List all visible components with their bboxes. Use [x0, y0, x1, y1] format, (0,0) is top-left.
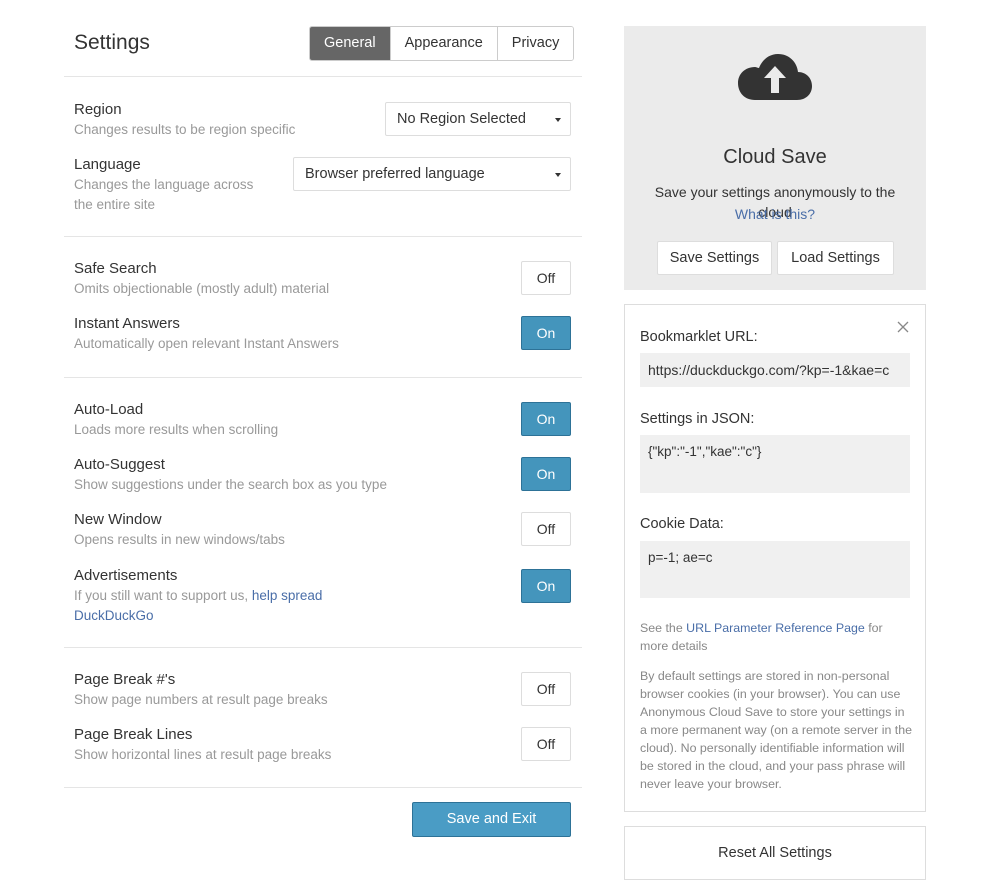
cookie-data-label: Cookie Data:: [640, 516, 724, 532]
instant-answers-row: Instant Answers Automatically open relev…: [74, 314, 571, 354]
safe-search-label: Safe Search: [74, 260, 157, 277]
page-break-lines-label: Page Break Lines: [74, 726, 193, 743]
page-break-numbers-row: Page Break #'s Show page numbers at resu…: [74, 670, 571, 710]
auto-suggest-row: Auto-Suggest Show suggestions under the …: [74, 455, 571, 495]
duckduckgo-link[interactable]: DuckDuckGo: [74, 608, 154, 623]
language-select-value: Browser preferred language: [305, 166, 485, 182]
what-is-this-link[interactable]: What is this?: [624, 206, 926, 222]
auto-suggest-label: Auto-Suggest: [74, 456, 165, 473]
settings-json-field[interactable]: {"kp":"-1","kae":"c"}: [640, 435, 910, 493]
page-break-numbers-toggle[interactable]: Off: [521, 672, 571, 706]
reference-prefix: See the: [640, 621, 687, 635]
new-window-desc: Opens results in new windows/tabs: [74, 532, 285, 547]
auto-load-toggle[interactable]: On: [521, 402, 571, 436]
reference-note: See the URL Parameter Reference Page for…: [640, 619, 913, 655]
bookmarklet-panel: Bookmarklet URL: https://duckduckgo.com/…: [624, 304, 926, 812]
page-break-numbers-desc: Show page numbers at result page breaks: [74, 692, 328, 707]
settings-json-label: Settings in JSON:: [640, 411, 755, 427]
bookmarklet-url-field[interactable]: https://duckduckgo.com/?kp=-1&kae=c: [640, 353, 910, 387]
advertisements-desc: If you still want to support us, help sp…: [74, 586, 571, 606]
auto-load-desc: Loads more results when scrolling: [74, 422, 279, 437]
bookmarklet-url-label: Bookmarklet URL:: [640, 329, 758, 345]
page-break-section: Page Break #'s Show page numbers at resu…: [64, 648, 582, 788]
advertisements-toggle[interactable]: On: [521, 569, 571, 603]
settings-header: Settings General Appearance Privacy: [64, 0, 582, 77]
instant-answers-desc: Automatically open relevant Instant Answ…: [74, 336, 339, 351]
new-window-toggle[interactable]: Off: [521, 512, 571, 546]
language-select[interactable]: Browser preferred language: [293, 157, 571, 191]
auto-suggest-toggle[interactable]: On: [521, 457, 571, 491]
safe-search-toggle[interactable]: Off: [521, 261, 571, 295]
tab-general[interactable]: General: [310, 27, 390, 60]
auto-suggest-desc: Show suggestions under the search box as…: [74, 477, 387, 492]
storage-note: By default settings are stored in non-pe…: [640, 669, 913, 791]
settings-tabs: General Appearance Privacy: [309, 26, 575, 61]
caret-down-icon: [555, 173, 561, 177]
behavior-section: Auto-Load Loads more results when scroll…: [64, 378, 582, 648]
language-desc-line2: the entire site: [74, 197, 156, 212]
load-settings-button[interactable]: Load Settings: [777, 241, 894, 275]
region-select-value: No Region Selected: [397, 111, 526, 127]
region-row: Region Changes results to be region spec…: [74, 100, 571, 140]
advertisements-row: Advertisements If you still want to supp…: [74, 566, 571, 626]
page-break-lines-desc: Show horizontal lines at result page bre…: [74, 747, 332, 762]
cloud-save-title: Cloud Save: [723, 146, 827, 168]
region-select[interactable]: No Region Selected: [385, 102, 571, 136]
instant-answers-label: Instant Answers: [74, 315, 180, 332]
auto-load-row: Auto-Load Loads more results when scroll…: [74, 400, 571, 440]
tab-appearance[interactable]: Appearance: [389, 27, 497, 60]
safe-search-row: Safe Search Omits objectionable (mostly …: [74, 259, 571, 299]
url-parameter-reference-link[interactable]: URL Parameter Reference Page: [686, 621, 865, 635]
advertisements-desc-text: If you still want to support us,: [74, 588, 252, 603]
cloud-upload-icon: [738, 54, 812, 100]
cloud-save-panel: Cloud Save Save your settings anonymousl…: [624, 26, 926, 290]
save-and-exit-button[interactable]: Save and Exit: [412, 802, 571, 837]
safety-section: Safe Search Omits objectionable (mostly …: [64, 237, 582, 378]
instant-answers-toggle[interactable]: On: [521, 316, 571, 350]
reset-all-settings-button[interactable]: Reset All Settings: [624, 826, 926, 880]
help-spread-link[interactable]: help spread: [252, 588, 323, 603]
tab-privacy[interactable]: Privacy: [496, 27, 574, 60]
page-title: Settings: [74, 31, 150, 54]
page-break-lines-row: Page Break Lines Show horizontal lines a…: [74, 725, 571, 765]
page-break-numbers-label: Page Break #'s: [74, 671, 176, 688]
new-window-label: New Window: [74, 511, 162, 528]
caret-down-icon: [555, 118, 561, 122]
region-language-section: Region Changes results to be region spec…: [64, 77, 582, 237]
page-break-lines-toggle[interactable]: Off: [521, 727, 571, 761]
settings-main: Settings General Appearance Privacy Regi…: [64, 0, 582, 837]
new-window-row: New Window Opens results in new windows/…: [74, 510, 571, 550]
advertisements-label: Advertisements: [74, 567, 178, 584]
language-row: Language Changes the language across the…: [74, 155, 571, 215]
save-settings-button[interactable]: Save Settings: [657, 241, 772, 275]
auto-load-label: Auto-Load: [74, 401, 144, 418]
safe-search-desc: Omits objectionable (mostly adult) mater…: [74, 281, 330, 296]
close-icon[interactable]: [897, 321, 909, 333]
cookie-data-field[interactable]: p=-1; ae=c: [640, 541, 910, 598]
